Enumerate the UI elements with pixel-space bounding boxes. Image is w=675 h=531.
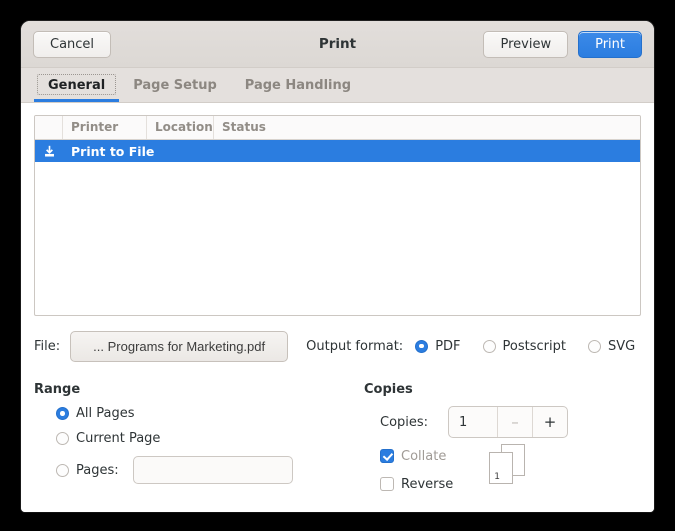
tab-active-underline <box>34 99 119 102</box>
column-header-location: Location <box>147 116 214 139</box>
radio-indicator <box>56 464 69 477</box>
printer-list-header: Printer Location Status <box>35 116 640 140</box>
copies-label: Copies: <box>380 415 428 430</box>
radio-output-pdf-label: PDF <box>435 339 460 354</box>
dialog-headerbar: Cancel Print Preview Print <box>21 21 654 68</box>
radio-indicator <box>56 407 69 420</box>
tab-page-setup[interactable]: Page Setup <box>119 73 231 102</box>
checkbox-indicator <box>380 477 394 491</box>
preview-page-front: 1 <box>489 452 513 484</box>
collate-preview-icon: 2 1 <box>487 444 527 484</box>
column-header-status: Status <box>214 116 640 139</box>
output-format-label: Output format: <box>306 339 403 354</box>
copies-stepper[interactable]: 1 – + <box>448 406 568 438</box>
file-label: File: <box>34 339 60 354</box>
tab-page-handling-label: Page Handling <box>245 78 351 93</box>
radio-range-all-pages[interactable]: All Pages <box>56 406 135 421</box>
output-format-group: Output format: PDF Postscript SVG <box>306 339 635 354</box>
radio-output-svg[interactable]: SVG <box>588 339 635 354</box>
checkbox-reverse[interactable]: Reverse <box>380 477 453 492</box>
tab-page-setup-label: Page Setup <box>133 78 217 93</box>
save-to-file-icon <box>35 145 63 158</box>
radio-range-pages[interactable]: Pages: <box>56 463 119 478</box>
copies-increment-button[interactable]: + <box>532 407 567 437</box>
pages-input[interactable] <box>133 456 293 484</box>
lower-sections: Range All Pages Current Page <box>34 382 641 504</box>
radio-range-current-page-row: Current Page <box>56 431 364 446</box>
preview-page-front-number: 1 <box>494 472 500 482</box>
radio-range-pages-row: Pages: <box>56 456 364 484</box>
copies-decrement-button[interactable]: – <box>497 407 532 437</box>
checkbox-indicator <box>380 449 394 463</box>
radio-output-pdf[interactable]: PDF <box>415 339 460 354</box>
copies-row: Copies: 1 – + <box>380 406 641 438</box>
checkbox-collate[interactable]: Collate <box>380 449 446 464</box>
radio-range-all-pages-label: All Pages <box>76 406 135 421</box>
radio-output-postscript[interactable]: Postscript <box>483 339 566 354</box>
preview-button[interactable]: Preview <box>483 31 568 58</box>
range-title: Range <box>34 382 364 397</box>
range-section: Range All Pages Current Page <box>34 382 364 504</box>
radio-indicator <box>483 340 496 353</box>
table-row[interactable]: Print to File <box>35 140 640 162</box>
file-row: File: ... Programs for Marketing.pdf Out… <box>34 330 641 362</box>
printer-list[interactable]: Printer Location Status Print to File <box>34 115 641 316</box>
focus-ring <box>37 74 116 95</box>
copies-title: Copies <box>364 382 641 397</box>
print-button[interactable]: Print <box>578 31 642 58</box>
radio-range-all-pages-row: All Pages <box>56 406 364 421</box>
tab-page-handling[interactable]: Page Handling <box>231 73 365 102</box>
print-dialog-window: Cancel Print Preview Print General Page … <box>21 21 654 512</box>
column-header-printer: Printer <box>63 116 147 139</box>
column-header-icon <box>35 116 63 139</box>
copies-value[interactable]: 1 <box>449 407 497 437</box>
file-chooser-button[interactable]: ... Programs for Marketing.pdf <box>70 331 288 362</box>
tab-bar: General Page Setup Page Handling <box>21 68 654 103</box>
tab-general[interactable]: General <box>34 73 119 102</box>
radio-indicator <box>415 340 428 353</box>
checkbox-reverse-label: Reverse <box>401 477 453 492</box>
collate-row: Collate Reverse 2 <box>380 448 641 504</box>
radio-indicator <box>588 340 601 353</box>
radio-range-current-page[interactable]: Current Page <box>56 431 160 446</box>
copies-checkboxes: Collate Reverse <box>380 448 453 504</box>
headerbar-actions: Preview Print <box>483 31 642 58</box>
checkbox-collate-label: Collate <box>401 449 446 464</box>
radio-range-current-page-label: Current Page <box>76 431 160 446</box>
radio-range-pages-label: Pages: <box>76 463 119 478</box>
dialog-body: Printer Location Status Print to File Fi… <box>21 103 654 512</box>
radio-output-postscript-label: Postscript <box>503 339 566 354</box>
radio-output-svg-label: SVG <box>608 339 635 354</box>
radio-indicator <box>56 432 69 445</box>
cancel-button[interactable]: Cancel <box>33 31 111 58</box>
printer-row-name: Print to File <box>63 144 154 159</box>
copies-section: Copies Copies: 1 – + Collate <box>364 382 641 504</box>
